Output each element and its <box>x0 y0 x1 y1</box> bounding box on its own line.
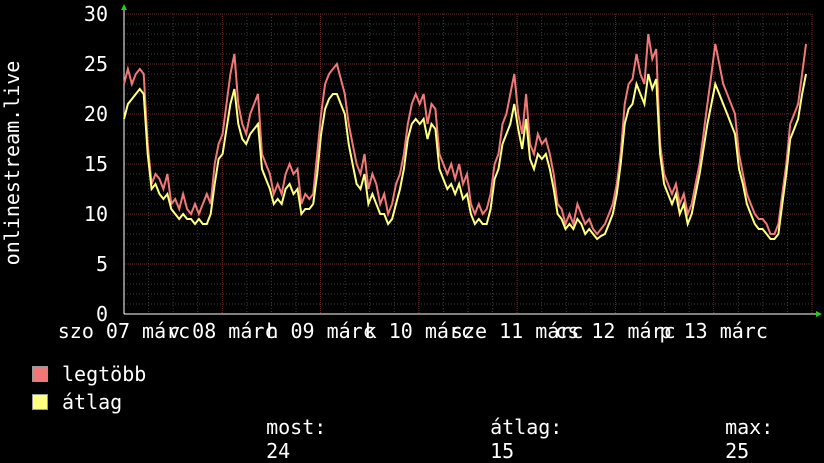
legend-label-avg: átlag <box>62 390 123 414</box>
y-axis-label: onlinestream.live <box>0 61 24 266</box>
y-tick-label: 5 <box>96 252 108 276</box>
legend-item-avg: átlag <box>32 390 123 414</box>
stat-maximum-label: max: <box>725 415 774 439</box>
stat-current: most: 24 <box>242 391 326 463</box>
stat-current-label: most: <box>266 415 327 439</box>
y-tick-label: 25 <box>84 52 108 76</box>
stat-average: átlag: 15 <box>466 391 562 463</box>
grid <box>123 13 813 315</box>
x-tick-label: p 13 márc <box>660 319 768 343</box>
legend-label-max: legtöbb <box>62 362 147 386</box>
x-tick-label: cs 12 márc <box>555 319 675 343</box>
stat-average-value: 15 <box>490 439 515 463</box>
legend-item-max: legtöbb <box>32 362 147 386</box>
stat-current-value: 24 <box>266 439 291 463</box>
y-tick-label: 30 <box>84 2 108 26</box>
legend-swatch-max <box>32 366 48 382</box>
stat-maximum: max: 25 <box>701 391 773 463</box>
x-tick-label: v 08 márc <box>168 319 276 343</box>
stat-average-label: átlag: <box>490 415 563 439</box>
y-tick-label: 15 <box>84 152 108 176</box>
stat-maximum-value: 25 <box>725 439 750 463</box>
y-tick-label: 20 <box>84 102 108 126</box>
x-tick-label: h 09 márc <box>266 319 374 343</box>
y-tick-label: 10 <box>84 202 108 226</box>
legend-swatch-avg <box>32 394 48 410</box>
